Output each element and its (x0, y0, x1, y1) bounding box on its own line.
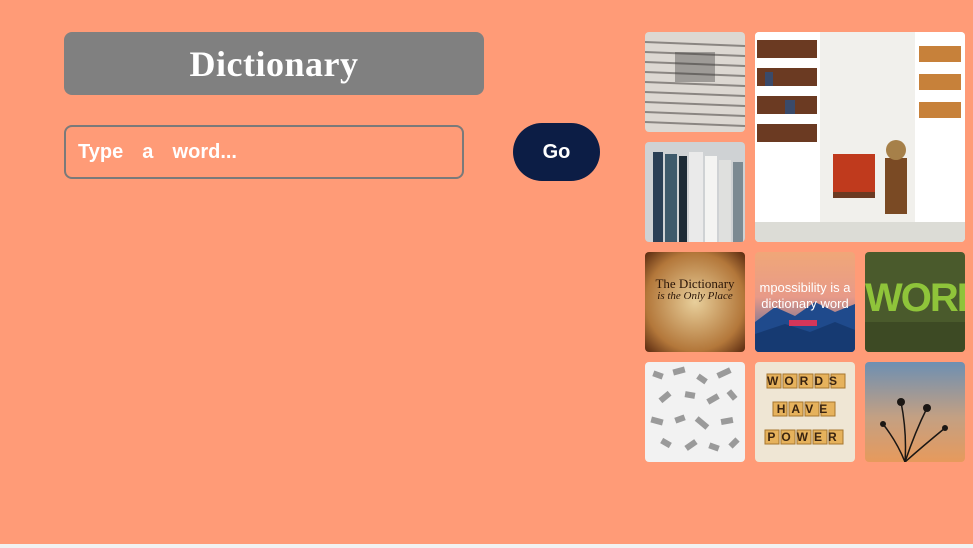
scrabble-row-1: WORDS (767, 374, 843, 388)
go-button[interactable]: Go (513, 123, 600, 181)
word-text: WORD (865, 276, 965, 320)
impossibility-line-2: dictionary word (761, 296, 849, 311)
dictionary-quote-image: The Dictionary is the Only Place (645, 252, 745, 352)
impossibility-line-1: mpossibility is a (759, 280, 851, 295)
page-title: Dictionary (189, 43, 359, 84)
title-banner: Dictionary (64, 32, 484, 95)
oxford-books-photo (645, 142, 745, 242)
scrabble-row-3: POWER (767, 430, 843, 444)
quote-line-2: is the Only Place (657, 290, 733, 302)
scattered-letters-photo (645, 362, 745, 462)
word-green-image: WORD (865, 252, 965, 352)
library-room-photo (755, 32, 965, 242)
dandelion-sunset-photo (865, 362, 965, 462)
dictionary-page-photo (645, 32, 745, 132)
bottom-divider (0, 544, 973, 548)
scrabble-row-2: HAVE (776, 402, 834, 416)
impossibility-quote-image: mpossibility is a dictionary word (755, 252, 855, 352)
search-input[interactable] (64, 125, 464, 179)
scrabble-tiles-photo: WORDS HAVE POWER (755, 362, 855, 462)
